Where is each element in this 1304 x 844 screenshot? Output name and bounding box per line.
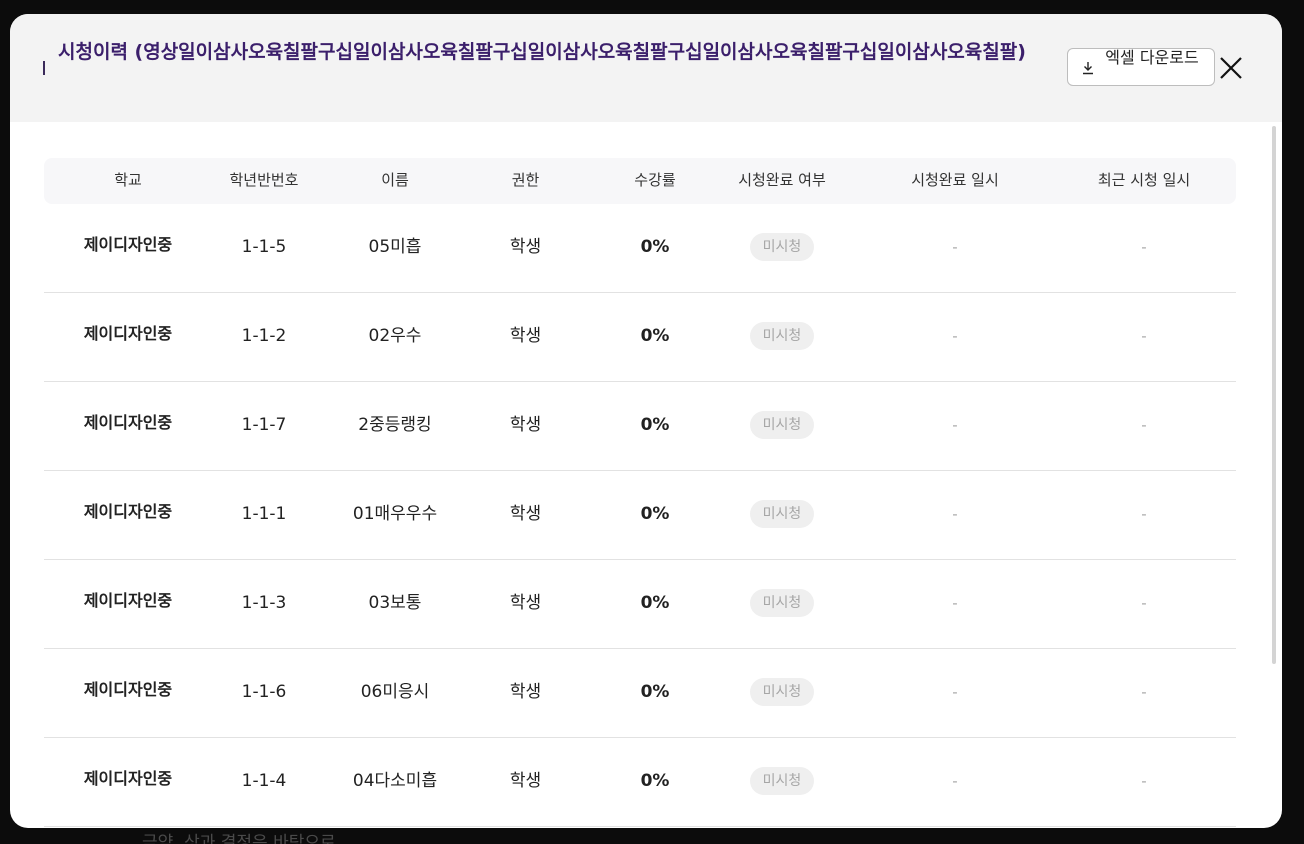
cell-last-viewed-at: - (1141, 594, 1147, 612)
cell-class-number: 1-1-6 (241, 682, 287, 702)
table-header: 학교 학년반번호 이름 권한 수강률 시청완료 여부 시청완료 일시 최근 시청… (44, 158, 1236, 204)
cell-class-number: 1-1-3 (241, 593, 287, 613)
cell-class-number: 1-1-5 (241, 237, 287, 257)
status-badge: 미시청 (749, 233, 815, 261)
cell-rate: 0% (640, 415, 670, 435)
header-class-number: 학년반번호 (229, 171, 299, 189)
cell-rate: 0% (640, 237, 670, 257)
cell-school: 제이디자인중 (83, 235, 173, 254)
cell-school: 제이디자인중 (83, 680, 173, 699)
cell-completed-at: - (952, 327, 958, 345)
cell-school: 제이디자인중 (83, 324, 173, 343)
cell-school: 제이디자인중 (83, 413, 173, 432)
table-row: 제이디자인중 1-1-1 01매우우수 학생 0% 미시청 - - (44, 471, 1236, 560)
cell-last-viewed-at: - (1141, 238, 1147, 256)
table-row: 제이디자인중 1-1-3 03보통 학생 0% 미시청 - - (44, 560, 1236, 649)
cell-status: 미시청 (706, 471, 858, 559)
cell-rate: 0% (640, 504, 670, 524)
header-school: 학교 (114, 171, 142, 189)
cell-status: 미시청 (706, 560, 858, 648)
status-badge: 미시청 (749, 500, 815, 528)
cell-role: 학생 (509, 504, 542, 524)
scrollbar[interactable] (1272, 126, 1276, 664)
cell-status: 미시청 (706, 738, 858, 826)
status-badge: 미시청 (749, 678, 815, 706)
cell-name: 01매우우수 (352, 504, 438, 524)
cell-school: 제이디자인중 (83, 502, 173, 521)
cell-role: 학생 (509, 682, 542, 702)
cell-rate: 0% (640, 593, 670, 613)
cell-rate: 0% (640, 771, 670, 791)
cell-role: 학생 (509, 771, 542, 791)
backdrop-text: 극약, 상과 결정은 바탕으로 ... (142, 833, 358, 844)
header-last-viewed-at: 최근 시청 일시 (1097, 171, 1191, 189)
cell-role: 학생 (509, 415, 542, 435)
header-rate: 수강률 (634, 171, 676, 189)
header-name: 이름 (381, 171, 409, 189)
cell-completed-at: - (952, 594, 958, 612)
cell-last-viewed-at: - (1141, 327, 1147, 345)
cell-role: 학생 (509, 593, 542, 613)
header-completion-status: 시청완료 여부 (738, 171, 826, 189)
cell-school: 제이디자인중 (83, 769, 173, 788)
cell-completed-at: - (952, 416, 958, 434)
watch-history-table: 학교 학년반번호 이름 권한 수강률 시청완료 여부 시청완료 일시 최근 시청… (44, 158, 1236, 827)
status-badge: 미시청 (749, 411, 815, 439)
header-role: 권한 (511, 171, 540, 189)
modal-title: 시청이력 (영상일이삼사오육칠팔구십일이삼사오육칠팔구십일이삼사오육칠팔구십일이… (58, 41, 1026, 63)
cell-school: 제이디자인중 (83, 591, 173, 610)
status-badge: 미시청 (749, 589, 815, 617)
table-row: 제이디자인중 1-1-6 06미응시 학생 0% 미시청 - - (44, 649, 1236, 738)
cell-rate: 0% (640, 326, 670, 346)
status-badge: 미시청 (749, 322, 815, 350)
modal-header: 시청이력 (영상일이삼사오육칠팔구십일이삼사오육칠팔구십일이삼사오육칠팔구십일이… (10, 14, 1282, 122)
cell-name: 04다소미흡 (352, 771, 438, 791)
cell-role: 학생 (509, 326, 542, 346)
cell-status: 미시청 (706, 649, 858, 737)
table-row: 제이디자인중 1-1-4 04다소미흡 학생 0% 미시청 - - (44, 738, 1236, 827)
cell-status: 미시청 (706, 293, 858, 381)
cell-rate: 0% (640, 682, 670, 702)
cell-class-number: 1-1-2 (241, 326, 287, 346)
cell-last-viewed-at: - (1141, 416, 1147, 434)
cell-name: 03보통 (368, 593, 422, 613)
cell-completed-at: - (952, 505, 958, 523)
header-completed-at: 시청완료 일시 (911, 171, 999, 189)
cell-last-viewed-at: - (1141, 505, 1147, 523)
cell-class-number: 1-1-7 (241, 415, 287, 435)
cell-completed-at: - (952, 772, 958, 790)
excel-download-button[interactable]: 엑셀 다운로드 (1067, 48, 1215, 86)
cell-name: 05미흡 (368, 237, 422, 257)
cell-class-number: 1-1-4 (241, 771, 287, 791)
cell-last-viewed-at: - (1141, 683, 1147, 701)
download-icon (1083, 62, 1093, 75)
cell-status: 미시청 (706, 204, 858, 292)
table-body: 제이디자인중 1-1-5 05미흡 학생 0% 미시청 - - 제이디자인중 1… (44, 204, 1236, 827)
status-badge: 미시청 (749, 767, 815, 795)
cell-name: 02우수 (368, 326, 422, 346)
cell-status: 미시청 (706, 382, 858, 470)
table-row: 제이디자인중 1-1-2 02우수 학생 0% 미시청 - - (44, 293, 1236, 382)
cell-role: 학생 (509, 237, 542, 257)
close-icon[interactable] (1218, 55, 1244, 81)
table-row: 제이디자인중 1-1-5 05미흡 학생 0% 미시청 - - (44, 204, 1236, 293)
cell-last-viewed-at: - (1141, 772, 1147, 790)
title-accent-bar (43, 61, 45, 75)
table-row: 제이디자인중 1-1-7 2중등랭킹 학생 0% 미시청 - - (44, 382, 1236, 471)
excel-download-label: 엑셀 다운로드 (1105, 48, 1199, 67)
cell-completed-at: - (952, 683, 958, 701)
cell-name: 2중등랭킹 (358, 415, 432, 435)
cell-name: 06미응시 (360, 682, 430, 702)
cell-completed-at: - (952, 238, 958, 256)
watch-history-modal: 시청이력 (영상일이삼사오육칠팔구십일이삼사오육칠팔구십일이삼사오육칠팔구십일이… (10, 14, 1282, 828)
cell-class-number: 1-1-1 (241, 504, 287, 524)
